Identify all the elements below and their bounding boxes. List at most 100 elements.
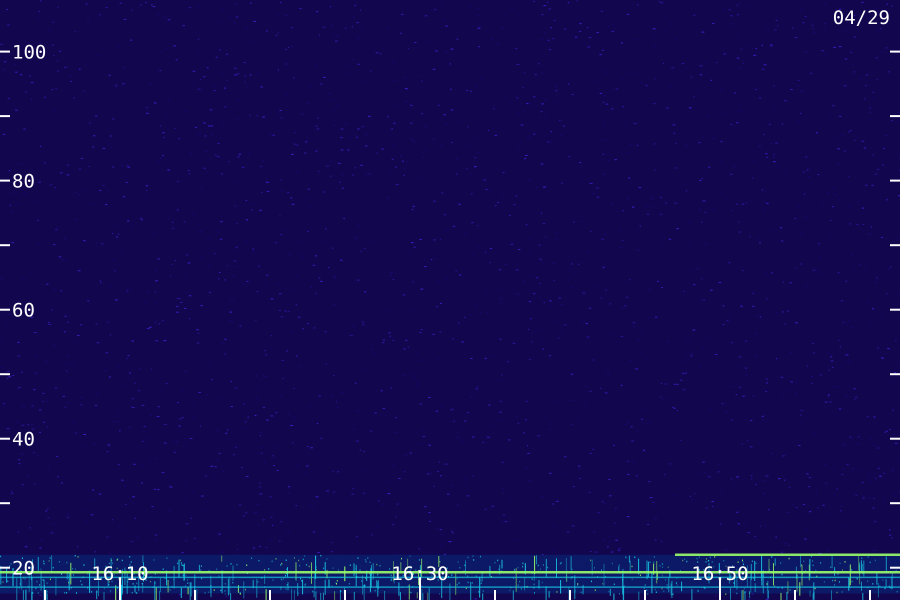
noise-speck [751, 478, 753, 480]
noise-speck [655, 316, 658, 318]
noise-speck [206, 171, 209, 173]
noise-speck [679, 293, 682, 295]
signal-speck [298, 559, 300, 562]
noise-speck [96, 393, 98, 395]
noise-speck [106, 188, 109, 190]
noise-speck [84, 520, 88, 522]
signal-speck [670, 583, 672, 596]
noise-speck [45, 322, 48, 324]
signal-speck [180, 587, 182, 598]
noise-speck [407, 48, 409, 50]
noise-speck [113, 259, 116, 261]
noise-speck [161, 472, 165, 474]
noise-speck [280, 190, 284, 192]
noise-speck [806, 365, 808, 367]
noise-speck [440, 405, 443, 407]
noise-speck [762, 414, 765, 416]
noise-speck [660, 257, 662, 259]
noise-speck [687, 521, 690, 523]
noise-speck [701, 278, 703, 280]
signal-speck [842, 569, 844, 571]
signal-speck [456, 583, 458, 586]
noise-speck [579, 220, 582, 222]
noise-speck [747, 6, 749, 8]
signal-speck [167, 579, 169, 593]
noise-speck [71, 378, 74, 380]
signal-speck [376, 563, 378, 566]
noise-speck [755, 48, 757, 50]
signal-speck [177, 562, 178, 565]
signal-speck [571, 568, 573, 571]
noise-speck [646, 207, 649, 208]
noise-speck [588, 37, 592, 38]
noise-speck [312, 419, 314, 421]
noise-speck [698, 208, 701, 210]
noise-speck [4, 501, 7, 503]
noise-speck [189, 318, 191, 320]
noise-speck [580, 380, 582, 382]
noise-speck [705, 219, 707, 221]
noise-speck [155, 320, 158, 322]
noise-speck [444, 214, 446, 216]
signal-speck [459, 567, 461, 569]
signal-speck [91, 591, 93, 593]
noise-speck [607, 546, 609, 548]
noise-speck [363, 492, 366, 494]
noise-speck [349, 335, 353, 337]
noise-speck [71, 422, 74, 424]
signal-speck [180, 562, 182, 564]
noise-speck [294, 143, 296, 145]
noise-speck [331, 395, 334, 397]
noise-speck [632, 325, 636, 327]
noise-speck [13, 541, 15, 543]
noise-speck [865, 74, 869, 76]
noise-speck [306, 139, 309, 141]
noise-speck [299, 7, 302, 9]
signal-speck [377, 581, 379, 597]
signal-speck [613, 583, 615, 585]
signal-speck [691, 588, 693, 600]
noise-speck [625, 152, 629, 154]
signal-speck [76, 592, 77, 594]
noise-speck [40, 0, 42, 2]
noise-speck [555, 321, 559, 323]
signal-speck [667, 566, 669, 568]
noise-speck [209, 264, 212, 265]
noise-speck [582, 180, 584, 182]
noise-speck [333, 375, 335, 377]
noise-speck [47, 517, 49, 519]
noise-speck [532, 428, 534, 430]
noise-speck [813, 352, 815, 354]
noise-speck [579, 162, 582, 163]
noise-speck [714, 595, 717, 597]
noise-speck [405, 339, 408, 341]
noise-speck [455, 173, 458, 175]
noise-speck [293, 415, 296, 417]
noise-speck [270, 134, 272, 136]
noise-speck [604, 70, 606, 72]
noise-speck [729, 23, 732, 25]
noise-speck [37, 17, 40, 19]
noise-speck [348, 72, 351, 74]
signal-speck [421, 589, 423, 600]
noise-speck [39, 431, 41, 433]
noise-speck [755, 89, 757, 90]
noise-speck [302, 506, 305, 508]
noise-speck [55, 229, 58, 231]
noise-speck [141, 404, 145, 406]
noise-speck [502, 492, 506, 494]
noise-speck [306, 102, 309, 104]
noise-speck [154, 534, 158, 536]
noise-speck [51, 532, 54, 534]
noise-speck [90, 514, 94, 516]
noise-speck [343, 428, 345, 429]
noise-speck [631, 440, 634, 442]
signal-speck [661, 563, 663, 565]
noise-speck [730, 124, 733, 125]
signal-speck [68, 581, 69, 584]
noise-speck [745, 202, 748, 204]
noise-speck [335, 105, 338, 107]
noise-speck [183, 445, 186, 446]
noise-speck [56, 363, 60, 364]
noise-speck [859, 470, 862, 472]
